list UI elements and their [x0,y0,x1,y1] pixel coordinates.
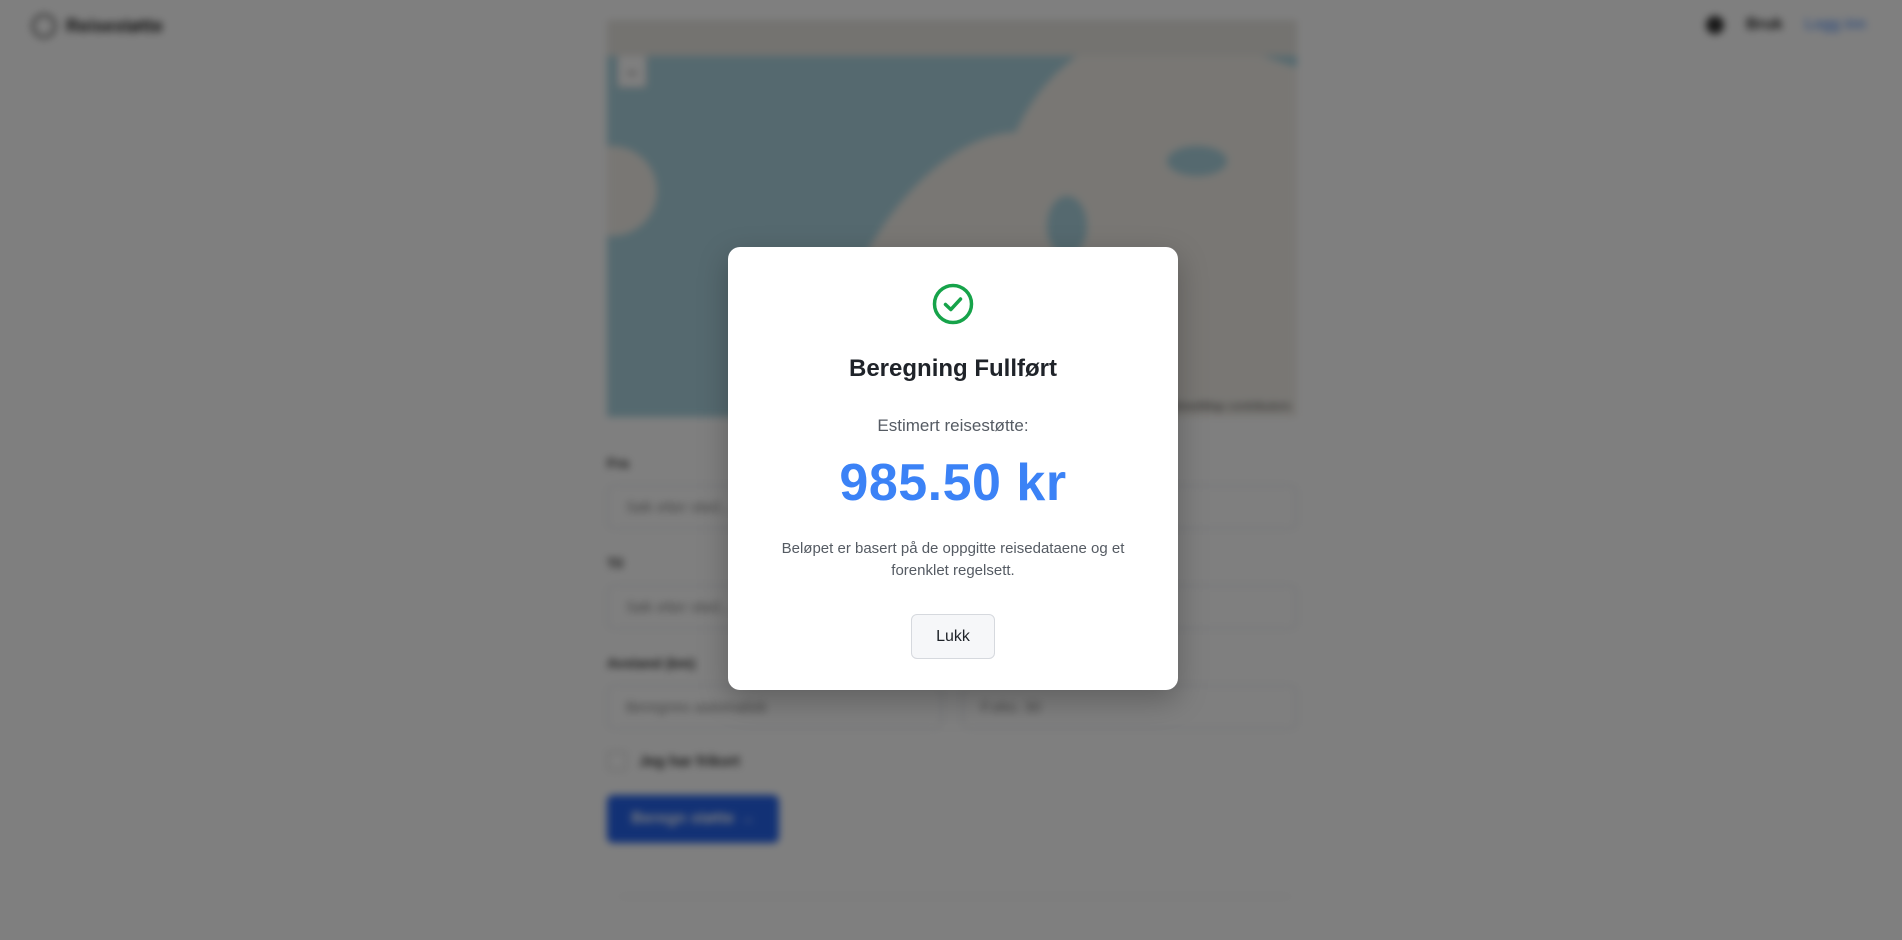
dialog-title: Beregning Fullført [849,355,1057,382]
result-dialog: Beregning Fullført Estimert reisestøtte:… [728,247,1178,690]
dialog-note: Beløpet er basert på de oppgitte reiseda… [781,540,1125,579]
check-circle-icon [932,283,974,325]
dialog-subtitle: Estimert reisestøtte: [877,416,1029,435]
support-amount: 985.50 kr [839,454,1067,512]
close-button[interactable]: Lukk [911,614,995,659]
